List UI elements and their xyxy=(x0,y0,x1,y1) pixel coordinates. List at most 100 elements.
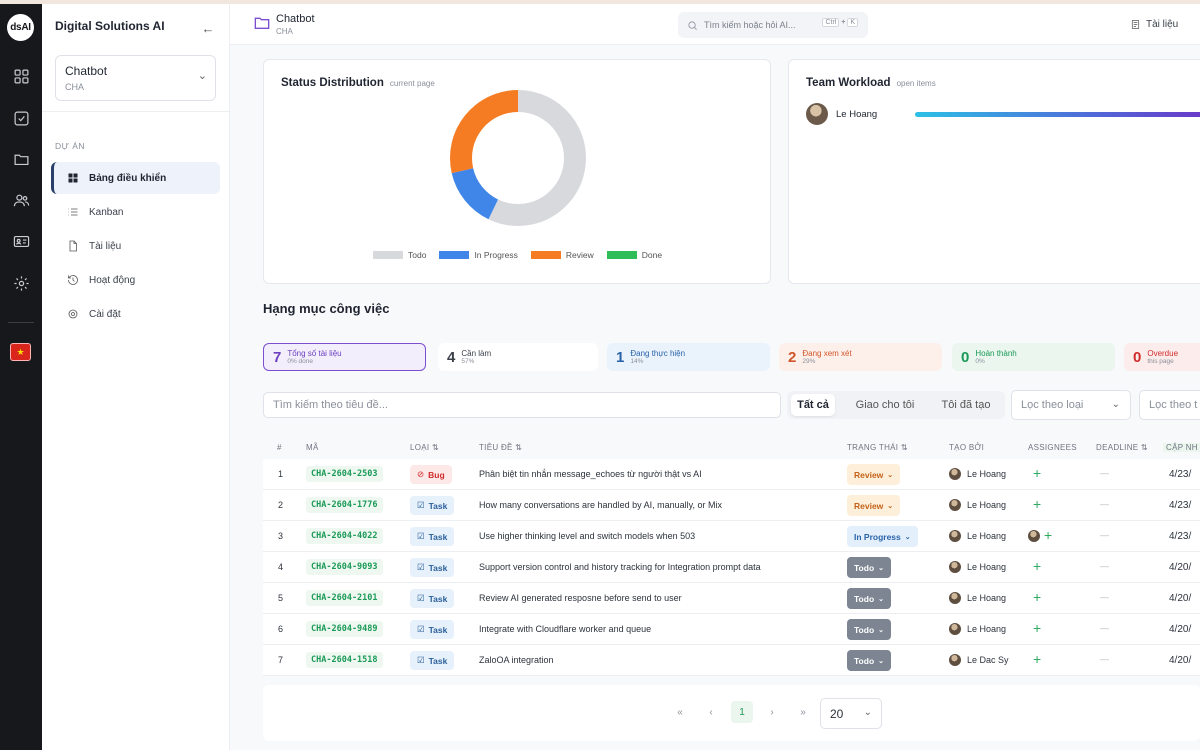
item-title[interactable]: Phân biệt tin nhắn message_echoes từ ngư… xyxy=(479,469,702,479)
stat-card[interactable]: 0 Hoàn thành 0% xyxy=(952,343,1115,371)
add-assignee-button[interactable]: + xyxy=(1033,496,1041,512)
col-status[interactable]: TRẠNG THÁI ⇅ xyxy=(847,443,908,452)
prev-page-button[interactable]: ‹ xyxy=(700,701,722,723)
last-page-button[interactable]: » xyxy=(792,701,814,723)
table-row[interactable]: 4 CHA-2604-9093 ☑ Task Support version contr… xyxy=(263,552,1200,583)
app-logo[interactable]: dsAI xyxy=(7,14,34,41)
page-subtitle: CHA xyxy=(276,27,293,36)
status-dropdown[interactable]: Todo ⌄ xyxy=(847,650,892,671)
docs-link[interactable]: Tài liệu xyxy=(1130,19,1178,30)
avatar xyxy=(949,499,961,511)
id-card-icon[interactable] xyxy=(11,231,31,251)
item-code[interactable]: CHA-2604-4022 xyxy=(306,528,383,544)
status-dropdown[interactable]: In Progress ⌄ xyxy=(847,526,918,547)
add-assignee-button[interactable]: + xyxy=(1033,589,1041,605)
status-dropdown[interactable]: Todo ⌄ xyxy=(847,588,892,609)
col-type[interactable]: LOẠI ⇅ xyxy=(410,443,439,452)
collapse-sidebar-button[interactable]: ← xyxy=(198,18,218,38)
item-title[interactable]: How many conversations are handled by AI… xyxy=(479,500,722,510)
item-title[interactable]: Use higher thinking level and switch mod… xyxy=(479,531,695,541)
legend-item-review[interactable]: Review xyxy=(530,250,594,260)
gear-icon xyxy=(66,307,80,321)
sidebar-item-kanban[interactable]: Kanban xyxy=(51,196,220,228)
task-icon: ☑ xyxy=(417,624,425,634)
stat-card[interactable]: 1 Đang thực hiện 14% xyxy=(607,343,770,371)
item-code[interactable]: CHA-2604-1518 xyxy=(306,652,383,668)
stat-card[interactable]: 4 Cần làm 57% xyxy=(438,343,598,371)
stat-text: Hoàn thành 0% xyxy=(975,349,1016,365)
secondary-filter-select[interactable]: Lọc theo t xyxy=(1139,390,1200,420)
sidebar-item-settings[interactable]: Cài đặt xyxy=(51,298,220,330)
workload-bar xyxy=(915,112,1200,117)
item-title[interactable]: Review AI generated resposne before send… xyxy=(479,593,682,603)
item-code[interactable]: CHA-2604-1776 xyxy=(306,497,383,513)
project-selector[interactable]: Chatbot CHA ⌄ xyxy=(55,55,216,101)
page-size-select[interactable]: 20 ⌄ xyxy=(820,698,882,729)
assignee-avatar[interactable] xyxy=(1028,530,1040,542)
first-page-button[interactable]: « xyxy=(669,701,691,723)
stat-label: Hoàn thành xyxy=(975,349,1017,358)
type-badge: ☑ Task xyxy=(410,558,455,577)
table-row[interactable]: 7 CHA-2604-1518 ☑ Task ZaloOA integration Tod… xyxy=(263,645,1200,676)
item-title[interactable]: Support version control and history trac… xyxy=(479,562,761,572)
add-assignee-button[interactable]: + xyxy=(1044,527,1052,543)
page-button-current[interactable]: 1 xyxy=(731,701,753,723)
table-row[interactable]: 6 CHA-2604-9489 ☑ Task Integrate with Cloudf… xyxy=(263,614,1200,645)
status-dropdown[interactable]: Todo ⌄ xyxy=(847,557,892,578)
task-icon: ☑ xyxy=(417,531,425,541)
vietnam-flag-icon[interactable]: ★ xyxy=(10,343,31,361)
add-assignee-button[interactable]: + xyxy=(1033,465,1041,481)
item-code[interactable]: CHA-2604-9489 xyxy=(306,621,383,637)
tab-created-by-me[interactable]: Tôi đã tạo xyxy=(933,394,999,416)
col-code: MÃ xyxy=(306,443,319,452)
col-deadline[interactable]: DEADLINE ⇅ xyxy=(1096,443,1148,452)
col-title[interactable]: TIÊU ĐỀ ⇅ xyxy=(479,443,522,452)
sidebar-item-label: Kanban xyxy=(89,206,124,218)
creator-name: Le Hoang xyxy=(967,624,1007,634)
legend-item-done[interactable]: Done xyxy=(606,250,662,260)
add-assignee-button[interactable]: + xyxy=(1033,620,1041,636)
stat-card[interactable]: 0 Overdue this page xyxy=(1124,343,1200,371)
item-code[interactable]: CHA-2604-2503 xyxy=(306,466,383,482)
chevron-down-icon: ⌄ xyxy=(197,70,207,82)
add-assignee-button[interactable]: + xyxy=(1033,651,1041,667)
tab-all[interactable]: Tất cả xyxy=(791,394,835,416)
sidebar-item-dashboard[interactable]: Bảng điều khiển xyxy=(51,162,220,194)
donut-slice-review[interactable] xyxy=(450,90,518,174)
item-code[interactable]: CHA-2604-2101 xyxy=(306,590,383,606)
chevron-down-icon: ⌄ xyxy=(863,707,872,718)
table-row[interactable]: 5 CHA-2604-2101 ☑ Task Review AI generated r… xyxy=(263,583,1200,614)
grid-icon[interactable] xyxy=(11,66,31,86)
add-assignee-button[interactable]: + xyxy=(1033,558,1041,574)
tab-assigned-to-me[interactable]: Giao cho tôi xyxy=(845,394,925,416)
folder-icon[interactable] xyxy=(11,149,31,169)
item-title[interactable]: Integrate with Cloudflare worker and que… xyxy=(479,624,651,634)
check-square-icon[interactable] xyxy=(11,108,31,128)
status-dropdown[interactable]: Review ⌄ xyxy=(847,464,901,485)
sidebar-item-documents[interactable]: Tài liệu xyxy=(51,230,220,262)
status-dropdown[interactable]: Todo ⌄ xyxy=(847,619,892,640)
next-page-button[interactable]: › xyxy=(761,701,783,723)
global-search-input[interactable]: Tìm kiếm hoặc hỏi AI... Ctrl + K xyxy=(678,12,868,38)
settings-icon[interactable] xyxy=(11,273,31,293)
title-search-input[interactable]: Tìm kiếm theo tiêu đề... xyxy=(263,392,781,418)
status-dropdown[interactable]: Review ⌄ xyxy=(847,495,901,516)
legend-item-in-progress[interactable]: In Progress xyxy=(439,250,518,260)
col-updated[interactable]: CẬP NH xyxy=(1163,443,1200,452)
table-row[interactable]: 2 CHA-2604-1776 ☑ Task How many conversation… xyxy=(263,490,1200,521)
legend-swatch xyxy=(373,251,403,259)
item-title[interactable]: ZaloOA integration xyxy=(479,655,554,665)
stat-text: Overdue this page xyxy=(1147,349,1178,365)
chevron-down-icon: ⌄ xyxy=(887,502,894,510)
item-code[interactable]: CHA-2604-9093 xyxy=(306,559,383,575)
users-icon[interactable] xyxy=(11,190,31,210)
stat-sub: 57% xyxy=(461,358,475,365)
sidebar-item-activity[interactable]: Hoạt động xyxy=(51,264,220,296)
table-row[interactable]: 3 CHA-2604-4022 ☑ Task Use higher thinking l… xyxy=(263,521,1200,552)
type-filter-select[interactable]: Lọc theo loại ⌄ xyxy=(1011,390,1131,420)
table-row[interactable]: 1 CHA-2604-2503 ⊘ Bug Phân biệt tin nhắn mes… xyxy=(263,459,1200,490)
stat-card[interactable]: 7 Tổng số tài liệu 0% done xyxy=(263,343,426,371)
legend-item-todo[interactable]: Todo xyxy=(373,250,426,260)
donut-slice-in-progress[interactable] xyxy=(451,168,499,220)
stat-card[interactable]: 2 Đang xem xét 29% xyxy=(779,343,942,371)
